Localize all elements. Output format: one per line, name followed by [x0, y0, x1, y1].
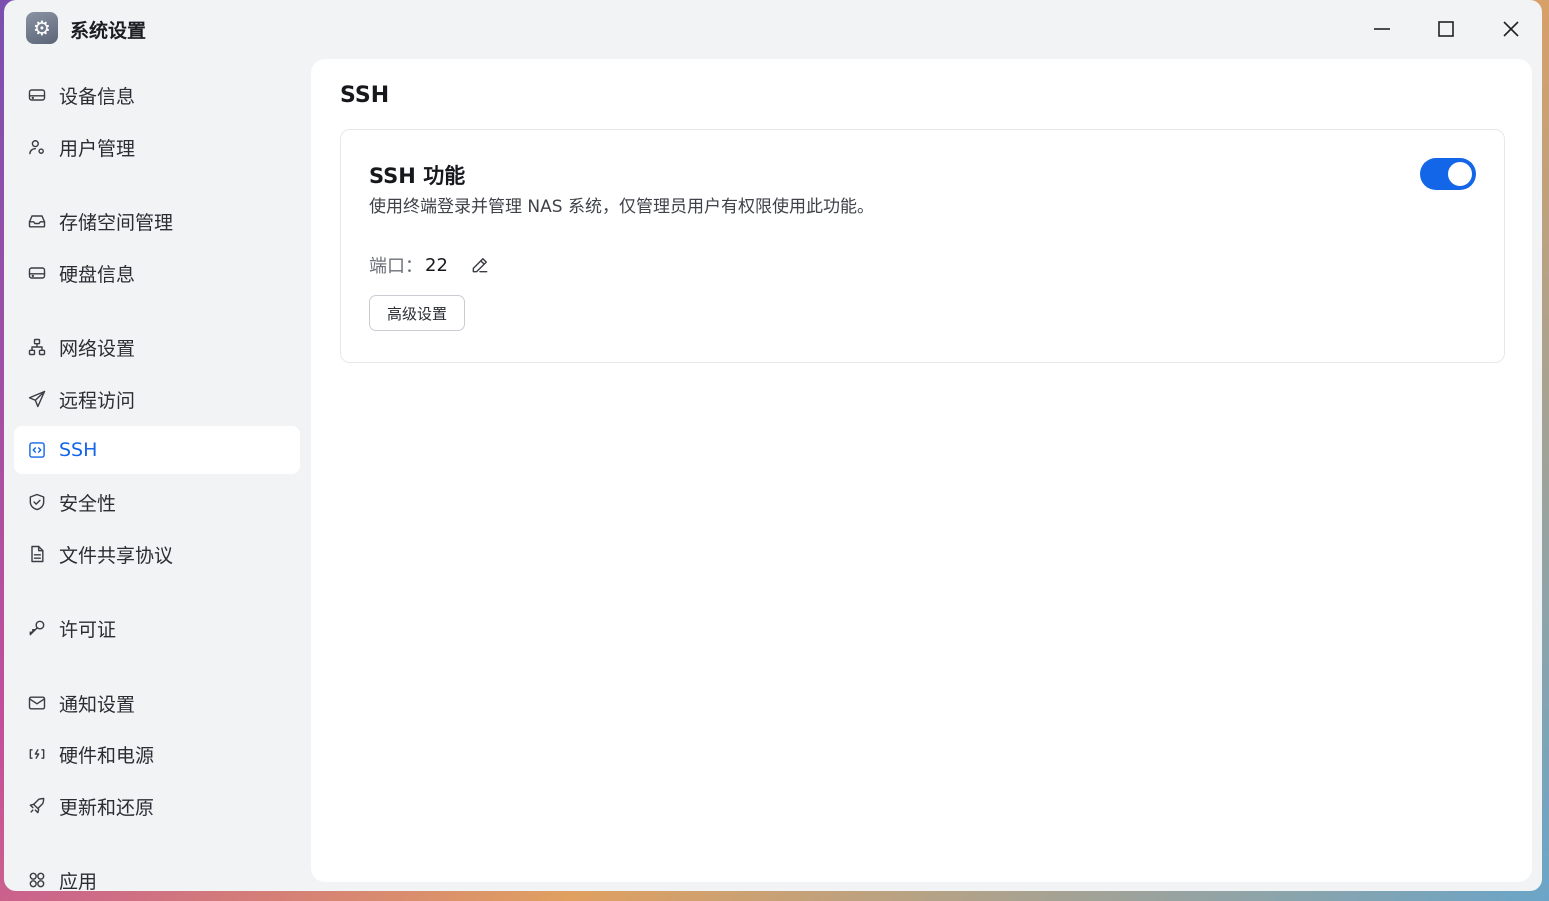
inbox-icon: [26, 210, 48, 232]
sidebar-item-label: 远程访问: [59, 389, 136, 412]
sidebar-item-network[interactable]: 网络设置: [14, 323, 300, 371]
sidebar-item-label: 文件共享协议: [59, 544, 174, 567]
close-button[interactable]: [1496, 14, 1526, 44]
sidebar-item-label: 安全性: [59, 492, 117, 515]
sidebar-item-update-restore[interactable]: 更新和还原: [14, 782, 300, 830]
card-description: 使用终端登录并管理 NAS 系统，仅管理员用户有权限使用此功能。: [369, 197, 874, 217]
page-title: SSH: [340, 83, 390, 108]
maximize-button[interactable]: [1431, 14, 1461, 44]
mail-icon: [26, 692, 48, 714]
sidebar-item-label: SSH: [59, 439, 98, 461]
sidebar-item-label: 存储空间管理: [59, 211, 174, 234]
user-gear-icon: [26, 136, 48, 158]
window-title: 系统设置: [70, 20, 147, 42]
sidebar-item-user-management[interactable]: 用户管理: [14, 123, 300, 171]
power-icon: [26, 743, 48, 765]
sidebar-item-label: 用户管理: [59, 137, 136, 160]
sidebar-item-device-info[interactable]: 设备信息: [14, 71, 300, 119]
sidebar-item-label: 设备信息: [59, 85, 136, 108]
gear-icon: ⚙: [26, 12, 58, 44]
document-icon: [26, 543, 48, 565]
card-title: SSH 功能: [369, 164, 466, 188]
edit-icon[interactable]: [468, 253, 492, 277]
ssh-settings-card: SSH 功能 使用终端登录并管理 NAS 系统，仅管理员用户有权限使用此功能。 …: [340, 129, 1505, 363]
ssh-toggle[interactable]: [1420, 158, 1476, 190]
sidebar-item-file-sharing[interactable]: 文件共享协议: [14, 530, 300, 578]
drive-icon: [26, 84, 48, 106]
main-content: SSH SSH 功能 使用终端登录并管理 NAS 系统，仅管理员用户有权限使用此…: [311, 59, 1532, 882]
port-row: 端口： 22: [369, 252, 492, 278]
terminal-icon: [26, 439, 48, 461]
advanced-settings-button[interactable]: 高级设置: [369, 295, 466, 331]
maximize-icon: [1438, 21, 1454, 37]
hard-disk-icon: [26, 262, 48, 284]
close-icon: [1503, 21, 1519, 37]
sidebar-item-license[interactable]: 许可证: [14, 604, 300, 652]
sidebar-item-ssh[interactable]: SSH: [14, 426, 300, 474]
send-icon: [26, 388, 48, 410]
sidebar-item-notifications[interactable]: 通知设置: [14, 679, 300, 727]
sidebar-item-apps[interactable]: 应用: [14, 856, 300, 891]
sidebar-item-disk-info[interactable]: 硬盘信息: [14, 249, 300, 297]
minimize-button[interactable]: [1367, 14, 1397, 44]
title-bar: ⚙ 系统设置: [4, 0, 1542, 58]
sidebar-item-label: 应用: [59, 870, 98, 892]
port-value: 22: [425, 254, 448, 276]
key-icon: [26, 617, 48, 639]
sidebar-item-storage[interactable]: 存储空间管理: [14, 197, 300, 245]
sidebar-item-hardware-power[interactable]: 硬件和电源: [14, 730, 300, 778]
minimize-icon: [1374, 28, 1390, 30]
sidebar: 设备信息 用户管理 存储空间管理 硬盘信息 网络设置 远程访问 SSH 安全性: [4, 58, 304, 891]
apps-grid-icon: [26, 869, 48, 891]
shield-icon: [26, 491, 48, 513]
sidebar-item-label: 通知设置: [59, 693, 136, 716]
rocket-icon: [26, 795, 48, 817]
network-icon: [26, 336, 48, 358]
sidebar-item-label: 硬件和电源: [59, 744, 155, 767]
sidebar-item-label: 许可证: [59, 618, 117, 641]
settings-window: ⚙ 系统设置 设备信息 用户管理 存储空间管理 硬盘信息 网络设置 远程访问 S…: [4, 0, 1542, 891]
sidebar-item-remote-access[interactable]: 远程访问: [14, 375, 300, 423]
port-label: 端口：: [369, 256, 423, 277]
sidebar-item-security[interactable]: 安全性: [14, 478, 300, 526]
sidebar-item-label: 网络设置: [59, 337, 136, 360]
sidebar-item-label: 更新和还原: [59, 796, 155, 819]
toggle-knob: [1448, 162, 1472, 186]
sidebar-item-label: 硬盘信息: [59, 263, 136, 286]
